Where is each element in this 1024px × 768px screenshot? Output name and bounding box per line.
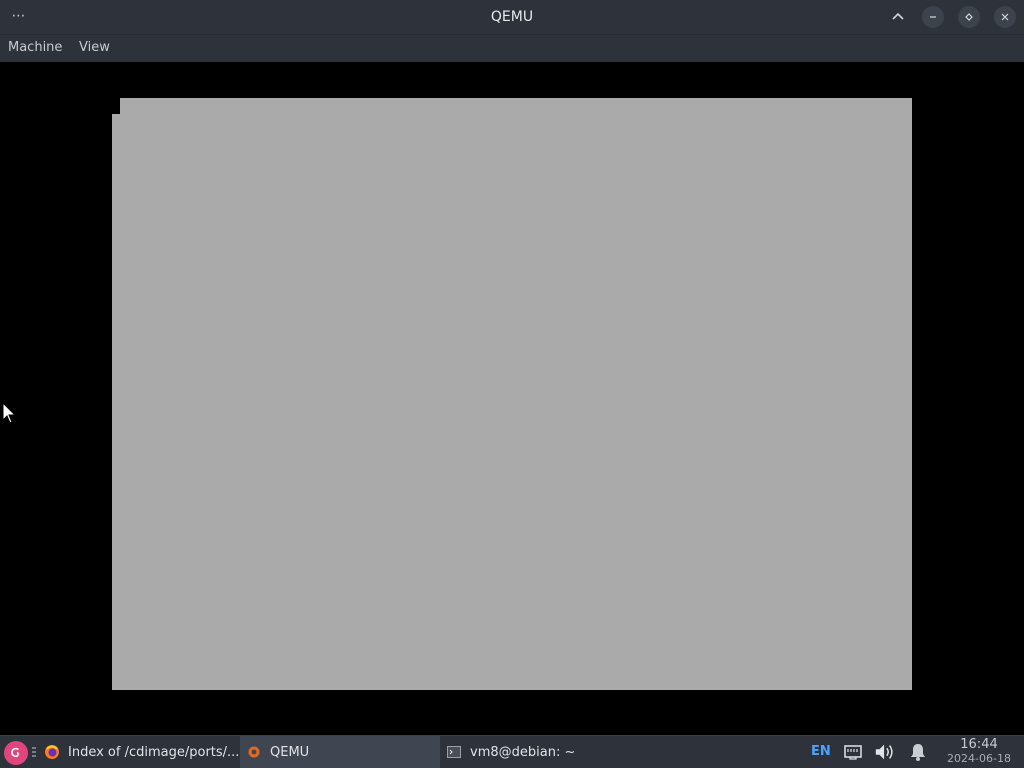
minimize-icon — [930, 16, 936, 18]
vm-screen[interactable] — [112, 98, 912, 690]
vm-display-area[interactable] — [0, 62, 1024, 735]
maximize-button[interactable] — [958, 6, 980, 28]
taskbar-task-terminal[interactable]: vm8@debian: ~ — [440, 736, 640, 768]
taskbar-task-firefox[interactable]: Index of /cdimage/ports/... — [38, 736, 240, 768]
clock[interactable]: 16:44 2024-06-18 — [940, 737, 1018, 766]
vm-cursor-block-top — [112, 98, 120, 106]
taskbar-task-qemu[interactable]: QEMU — [240, 736, 440, 768]
restore-icon — [965, 13, 973, 21]
taskbar-separator — [31, 746, 37, 758]
close-icon — [1001, 13, 1009, 21]
keep-above-icon[interactable] — [887, 6, 909, 28]
terminal-icon — [446, 744, 462, 760]
task-label: Index of /cdimage/ports/... — [68, 744, 240, 760]
menubar: Machine View — [0, 34, 1024, 62]
start-menu-button[interactable] — [4, 741, 28, 765]
menu-view[interactable]: View — [79, 35, 110, 62]
keyboard-layout-indicator[interactable]: EN — [811, 736, 831, 768]
bell-icon[interactable] — [907, 741, 929, 763]
window-menu-icon[interactable]: ⋯ — [8, 6, 30, 26]
minimize-button[interactable] — [922, 6, 944, 28]
firefox-icon — [44, 744, 60, 760]
close-button[interactable] — [994, 6, 1016, 28]
menu-machine[interactable]: Machine — [8, 35, 62, 62]
speaker-icon[interactable] — [874, 741, 896, 763]
window-titlebar[interactable]: ⋯ QEMU — [0, 0, 1024, 34]
debian-swirl-icon — [11, 747, 19, 758]
task-label: vm8@debian: ~ — [470, 744, 576, 760]
qemu-icon — [246, 744, 262, 760]
task-label: QEMU — [270, 744, 310, 760]
clock-time: 16:44 — [960, 737, 998, 752]
mouse-pointer-icon — [2, 402, 17, 424]
window-title: QEMU — [490, 9, 534, 25]
network-wired-icon[interactable] — [842, 741, 864, 763]
clock-date: 2024-06-18 — [947, 752, 1011, 765]
taskbar: Index of /cdimage/ports/... QEMU vm8@deb… — [0, 735, 1024, 768]
